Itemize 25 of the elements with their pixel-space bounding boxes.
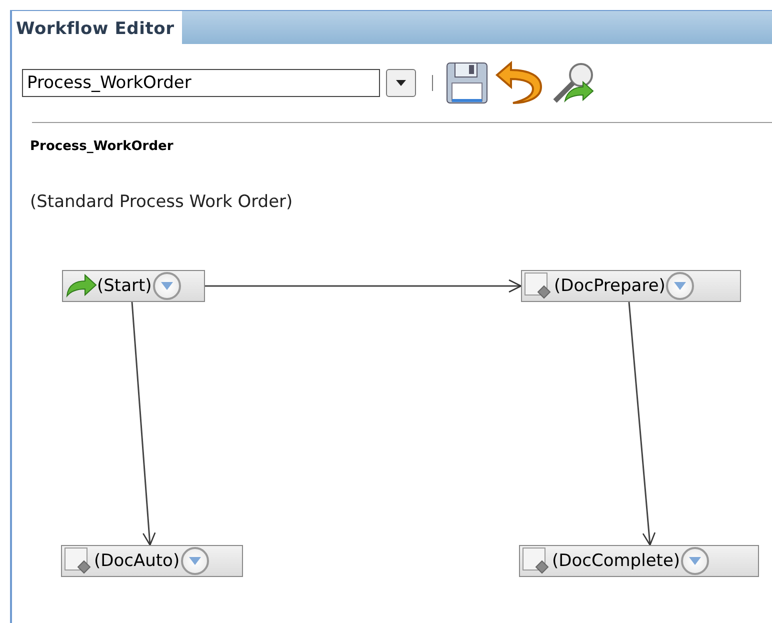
node-label: (DocComplete) xyxy=(552,551,680,571)
save-icon[interactable] xyxy=(445,61,489,105)
triangle-icon xyxy=(673,281,688,291)
node-label: (DocAuto) xyxy=(94,551,180,571)
panel-title-tab[interactable]: Workflow Editor xyxy=(12,11,182,44)
workflow-node[interactable]: (DocComplete) xyxy=(519,545,759,577)
workflow-node[interactable]: (Start) xyxy=(62,270,205,302)
node-menu-button[interactable] xyxy=(180,547,209,575)
node-menu-button[interactable] xyxy=(666,272,694,300)
triangle-icon xyxy=(188,556,202,566)
node-menu-button[interactable] xyxy=(152,272,181,300)
node-label: (Start) xyxy=(97,276,152,296)
workflow-node[interactable]: (DocPrepare) xyxy=(521,270,741,302)
workflow-description: (Standard Process Work Order) xyxy=(30,192,294,212)
workflow-select[interactable]: Process_WorkOrder xyxy=(22,69,380,97)
caret-icon xyxy=(395,79,407,87)
arrow-icon xyxy=(65,274,97,298)
dropdown-button[interactable] xyxy=(386,69,416,97)
triangle-icon xyxy=(160,281,174,291)
undo-icon[interactable] xyxy=(495,61,543,105)
triangle-icon xyxy=(688,556,702,566)
workflow-node[interactable]: (DocAuto) xyxy=(61,545,243,577)
node-label: (DocPrepare) xyxy=(554,276,666,296)
node-menu-button[interactable] xyxy=(681,547,710,575)
workflow-name: Process_WorkOrder xyxy=(30,139,174,154)
